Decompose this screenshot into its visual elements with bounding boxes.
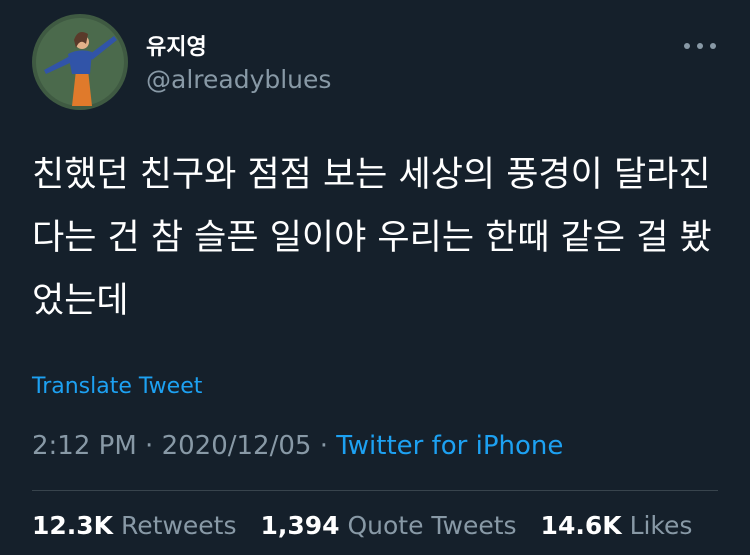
quote-tweets-label: Quote Tweets	[347, 511, 517, 540]
more-options-button[interactable]	[680, 32, 720, 60]
display-name[interactable]: 유지영	[146, 29, 207, 61]
quote-tweets-stat[interactable]: 1,394 Quote Tweets	[260, 511, 516, 540]
tweet-text: 친했던 친구와 점점 보는 세상의 풍경이 달라진다는 건 참 슬픈 일이야 우…	[32, 155, 712, 321]
tweet-date[interactable]: 2020/12/05	[162, 431, 312, 461]
retweets-stat[interactable]: 12.3K Retweets	[32, 511, 236, 540]
tweet-time[interactable]: 2:12 PM	[32, 431, 137, 461]
engagement-stats: 12.3K Retweets 1,394 Quote Tweets 14.6K …	[32, 511, 708, 540]
person-avatar-icon	[32, 14, 128, 110]
tweet-source-link[interactable]: Twitter for iPhone	[336, 431, 563, 461]
retweets-label: Retweets	[121, 511, 237, 540]
user-handle[interactable]: @alreadyblues	[146, 65, 331, 94]
tweet-metadata: 2:12 PM · 2020/12/05 · Twitter for iPhon…	[32, 431, 563, 461]
likes-label: Likes	[629, 511, 693, 540]
meta-separator: ·	[319, 431, 328, 461]
quote-tweets-count: 1,394	[260, 511, 340, 540]
likes-stat[interactable]: 14.6K Likes	[541, 511, 693, 540]
ellipsis-icon	[684, 43, 716, 49]
avatar[interactable]	[32, 14, 128, 110]
retweets-count: 12.3K	[32, 511, 114, 540]
likes-count: 14.6K	[540, 511, 622, 540]
divider	[32, 490, 718, 491]
meta-separator: ·	[145, 431, 154, 461]
translate-tweet-link[interactable]: Translate Tweet	[32, 374, 202, 399]
